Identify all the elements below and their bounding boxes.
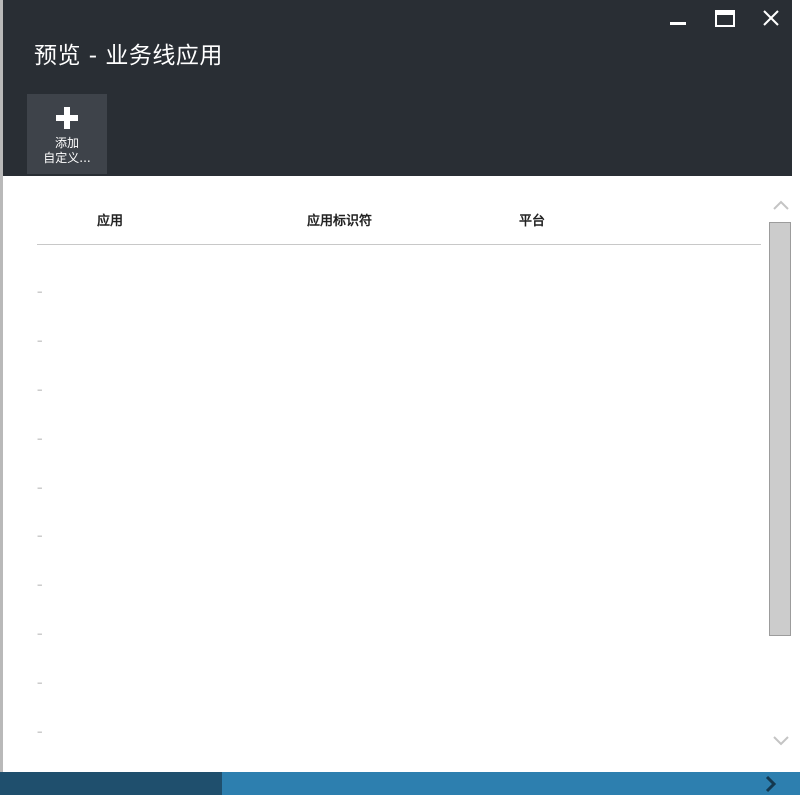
table-row[interactable]: – (37, 612, 761, 661)
plus-icon (56, 107, 78, 129)
grid-rows: – – – – – – – – – – (37, 270, 761, 759)
table-row[interactable]: – (37, 661, 761, 710)
row-placeholder: – (37, 431, 43, 445)
scroll-down-icon[interactable] (771, 732, 791, 750)
row-placeholder: – (37, 578, 43, 592)
row-placeholder: – (37, 627, 43, 641)
add-custom-label: 添加 自定义... (27, 136, 107, 166)
row-placeholder: – (37, 676, 43, 690)
grid-header: 应用 应用标识符 平台 (37, 200, 761, 245)
chevron-right-icon[interactable] (762, 775, 780, 793)
table-row[interactable]: – (37, 368, 761, 417)
table-row[interactable]: – (37, 563, 761, 612)
add-custom-label-line2: 自定义... (43, 151, 91, 165)
blade-panel: 预览 - 业务线应用 添加 自定义... 应用 应用标识符 平台 – – – –… (3, 0, 792, 772)
table-row[interactable]: – (37, 514, 761, 563)
column-header-platform[interactable]: 平台 (519, 210, 545, 229)
taskbar-dark-segment (0, 772, 222, 795)
scrollbar-thumb[interactable] (769, 222, 791, 636)
add-custom-label-line1: 添加 (54, 136, 79, 150)
row-placeholder: – (37, 285, 43, 298)
page: 预览 - 业务线应用 添加 自定义... 应用 应用标识符 平台 – – – –… (0, 0, 800, 795)
blade-right-edge (792, 0, 800, 772)
add-custom-button[interactable]: 添加 自定义... (27, 94, 107, 174)
table-row[interactable]: – (37, 319, 761, 368)
close-icon[interactable] (758, 8, 784, 30)
row-placeholder: – (37, 333, 43, 347)
minimize-icon[interactable] (665, 8, 691, 30)
scroll-up-icon[interactable] (771, 196, 791, 214)
taskbar (0, 772, 800, 795)
table-row[interactable]: – (37, 270, 761, 319)
blade-header: 预览 - 业务线应用 添加 自定义... (3, 0, 792, 176)
row-placeholder: – (37, 529, 43, 543)
column-header-app-identifier[interactable]: 应用标识符 (307, 210, 372, 229)
blade-title: 预览 - 业务线应用 (34, 43, 223, 69)
table-row[interactable]: – (37, 466, 761, 515)
row-placeholder: – (37, 480, 43, 494)
table-row[interactable]: – (37, 417, 761, 466)
table-row[interactable]: – (37, 710, 761, 759)
maximize-icon[interactable] (712, 8, 738, 30)
row-placeholder: – (37, 725, 43, 739)
row-placeholder: – (37, 382, 43, 396)
column-header-app[interactable]: 应用 (97, 210, 123, 229)
